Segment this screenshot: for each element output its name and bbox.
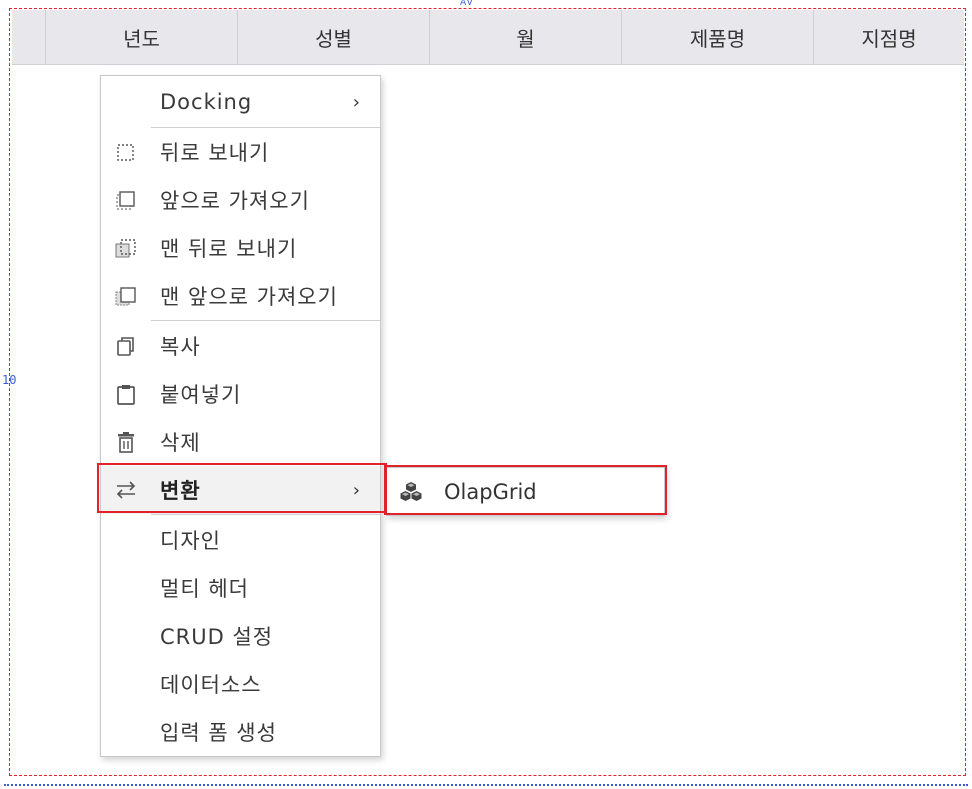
menu-item-docking[interactable]: Docking › bbox=[101, 78, 380, 126]
menu-item-label: 데이터소스 bbox=[160, 673, 262, 697]
clipboard-icon bbox=[114, 382, 138, 406]
menu-item-datasource[interactable]: 데이터소스 bbox=[101, 660, 380, 708]
menu-item-label: 삭제 bbox=[160, 431, 201, 455]
send-to-back-icon bbox=[114, 236, 138, 260]
menu-item-label: CRUD 설정 bbox=[160, 625, 274, 649]
menu-item-design[interactable]: 디자인 bbox=[101, 516, 380, 564]
copy-icon bbox=[114, 334, 138, 358]
canvas-boundary-line bbox=[4, 784, 968, 786]
submenu-item-label: OlapGrid bbox=[444, 479, 537, 504]
menu-item-send-backward[interactable]: 뒤로 보내기 bbox=[101, 128, 380, 176]
menu-item-label: 입력 폼 생성 bbox=[160, 721, 277, 745]
bring-to-front-icon bbox=[114, 284, 138, 308]
context-menu: Docking › 뒤로 보내기 앞으로 가져오기 맨 뒤로 보내기 맨 앞으로… bbox=[100, 75, 381, 757]
design-canvas: 년도 성별 월 제품명 지점명 AV 10 Docking › 뒤로 보내기 앞… bbox=[0, 0, 972, 789]
menu-item-bring-to-front[interactable]: 맨 앞으로 가져오기 bbox=[101, 272, 380, 320]
menu-item-multi-header[interactable]: 멀티 헤더 bbox=[101, 564, 380, 612]
swap-arrows-icon bbox=[114, 478, 138, 502]
menu-item-label: 맨 앞으로 가져오기 bbox=[160, 285, 338, 309]
canvas-anchor-top: AV bbox=[460, 0, 474, 6]
menu-item-label: 멀티 헤더 bbox=[160, 577, 249, 601]
menu-item-label: 앞으로 가져오기 bbox=[160, 189, 310, 213]
menu-item-label: 복사 bbox=[160, 335, 201, 359]
menu-item-bring-forward[interactable]: 앞으로 가져오기 bbox=[101, 176, 380, 224]
send-backward-icon bbox=[114, 140, 138, 164]
convert-submenu: OlapGrid bbox=[386, 467, 665, 516]
trash-icon bbox=[114, 430, 138, 454]
menu-item-crud-settings[interactable]: CRUD 설정 bbox=[101, 612, 380, 660]
menu-divider bbox=[151, 320, 380, 321]
menu-item-label: 디자인 bbox=[160, 529, 221, 553]
menu-item-create-input-form[interactable]: 입력 폼 생성 bbox=[101, 708, 380, 756]
menu-item-convert[interactable]: 변환 › bbox=[101, 466, 380, 514]
menu-divider bbox=[151, 514, 380, 515]
menu-item-delete[interactable]: 삭제 bbox=[101, 418, 380, 466]
submenu-item-olapgrid[interactable]: OlapGrid bbox=[387, 468, 664, 515]
menu-item-label: 변환 bbox=[160, 479, 201, 503]
canvas-anchor-left: 10 bbox=[2, 373, 17, 387]
cubes-icon bbox=[399, 480, 423, 504]
menu-item-send-to-back[interactable]: 맨 뒤로 보내기 bbox=[101, 224, 380, 272]
menu-item-label: 뒤로 보내기 bbox=[160, 141, 270, 165]
menu-item-paste[interactable]: 붙여넣기 bbox=[101, 370, 380, 418]
menu-item-label: 붙여넣기 bbox=[160, 383, 242, 407]
chevron-right-icon: › bbox=[352, 91, 360, 113]
menu-item-label: 맨 뒤로 보내기 bbox=[160, 237, 298, 261]
menu-item-label: Docking bbox=[160, 90, 253, 114]
menu-item-copy[interactable]: 복사 bbox=[101, 322, 380, 370]
bring-forward-icon bbox=[114, 188, 138, 212]
chevron-right-icon: › bbox=[352, 479, 360, 501]
